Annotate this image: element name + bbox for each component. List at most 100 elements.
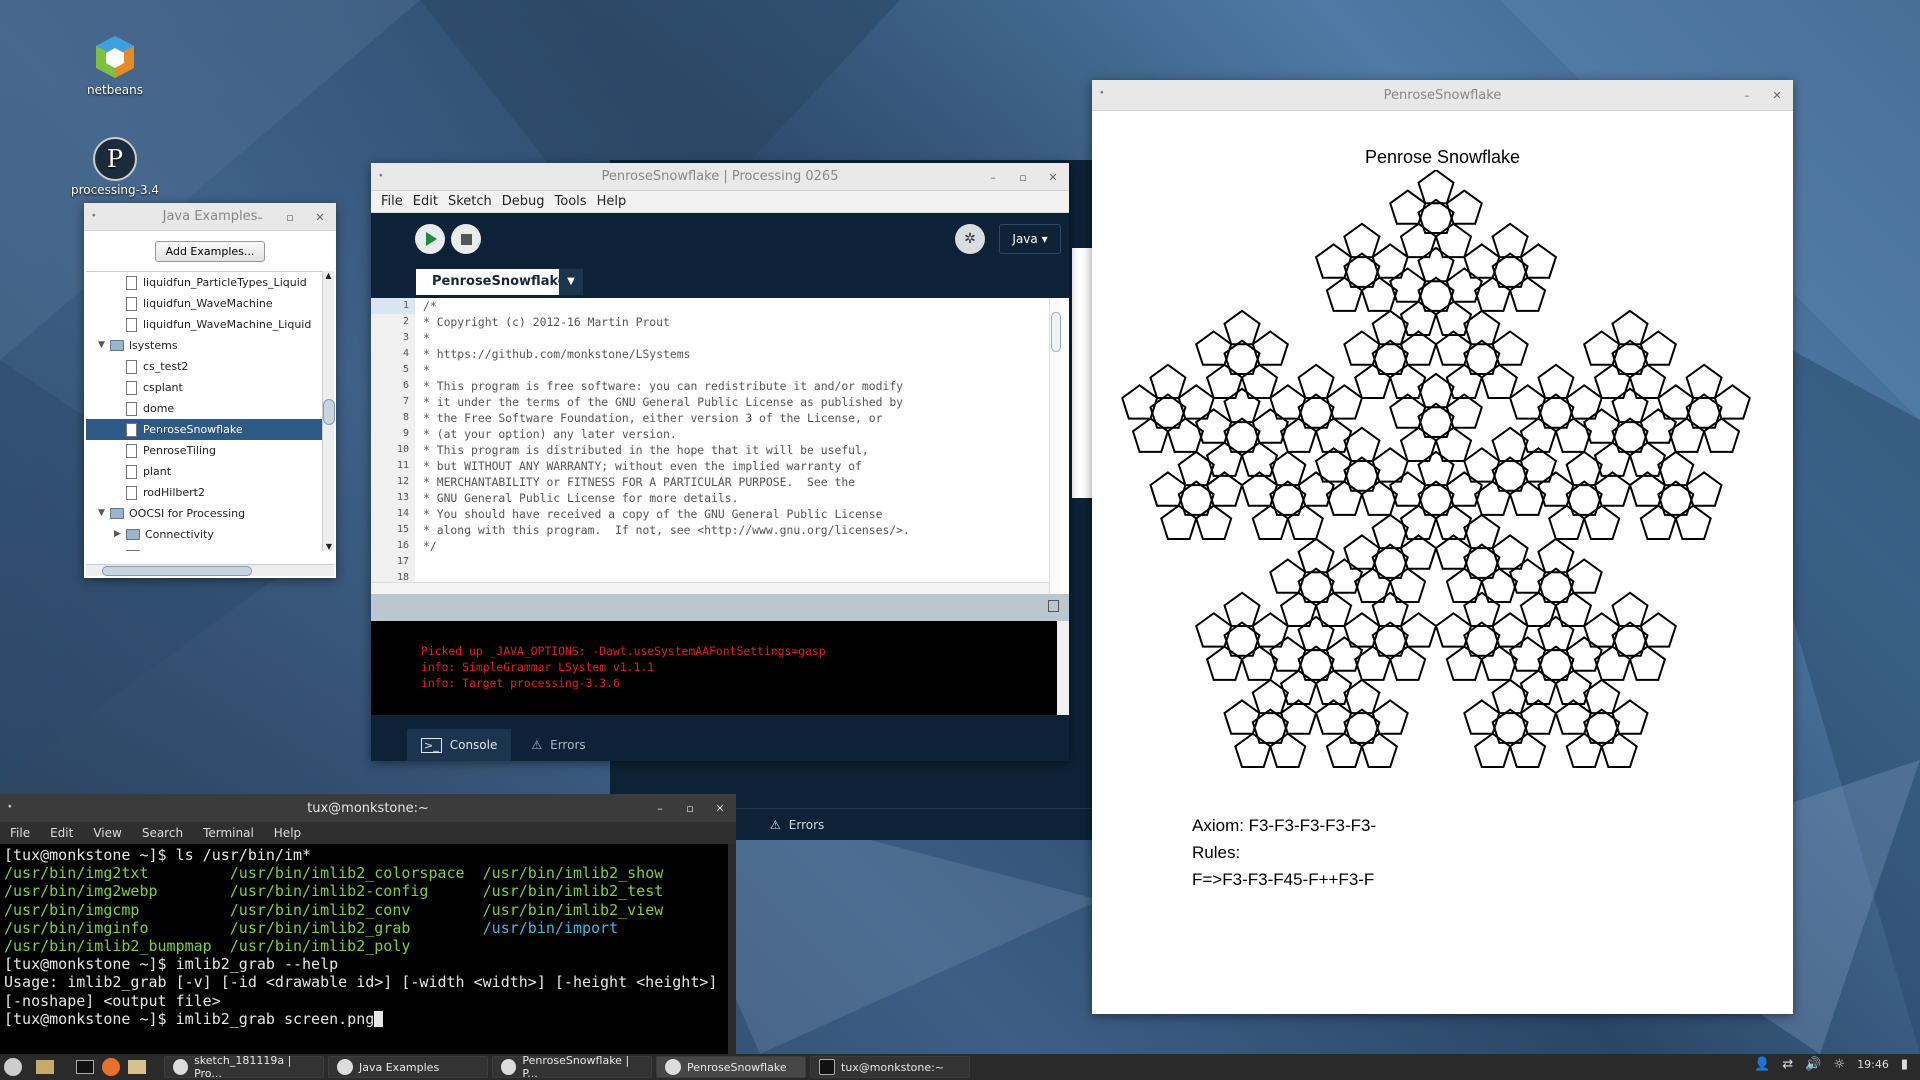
- menu-help[interactable]: Help: [597, 194, 627, 209]
- terminal-text: [tux@monkstone ~]$ imlib2_grab --help: [4, 955, 339, 974]
- tree-item[interactable]: dome: [86, 398, 322, 419]
- tree-item[interactable]: ▼ OOCSI for Processing: [86, 503, 322, 524]
- hscroll-thumb[interactable]: [102, 566, 252, 576]
- network-icon[interactable]: ⇄: [1782, 1057, 1793, 1072]
- menu-debug[interactable]: Debug: [502, 194, 545, 209]
- maximize-button[interactable]: ▫: [280, 211, 300, 224]
- errors-tab[interactable]: ⚠ Errors: [531, 738, 585, 752]
- volume-icon[interactable]: 🔊: [1805, 1057, 1821, 1072]
- user-icon[interactable]: 👤: [1754, 1057, 1770, 1072]
- close-button[interactable]: ✕: [1043, 171, 1063, 184]
- scroll-down-arrow[interactable]: ▼: [323, 542, 335, 551]
- close-button[interactable]: ✕: [1767, 89, 1787, 102]
- tree-item[interactable]: ▶ Data: [86, 545, 322, 551]
- tree-item[interactable]: cs_test2: [86, 356, 322, 377]
- run-button[interactable]: [415, 224, 445, 254]
- tree-item[interactable]: liquidfun_WaveMachine: [86, 293, 322, 314]
- start-menu-icon[interactable]: [4, 1058, 22, 1076]
- taskbar-task-label: PenroseSnowflake: [687, 1060, 787, 1074]
- tree-item[interactable]: ▶ Connectivity: [86, 524, 322, 545]
- scroll-up-arrow[interactable]: ▲: [323, 271, 334, 280]
- scroll-thumb[interactable]: [323, 399, 335, 425]
- close-button[interactable]: ✕: [310, 211, 330, 224]
- menu-file[interactable]: File: [381, 194, 403, 209]
- taskbar-task[interactable]: sketch_181119a | Pro...: [164, 1054, 324, 1080]
- netbeans-desktop-icon[interactable]: netbeans: [70, 34, 160, 97]
- menu-search[interactable]: Search: [142, 826, 183, 840]
- window-menu-icon[interactable]: ⬩: [379, 170, 383, 181]
- tree-item[interactable]: plant: [86, 461, 322, 482]
- terminal-text: /usr/bin/imlib2_conv: [229, 900, 483, 919]
- pentagon: [1399, 612, 1438, 648]
- clock[interactable]: 19:46: [1857, 1058, 1889, 1071]
- file-manager-icon[interactable]: [36, 1060, 54, 1074]
- tree-item[interactable]: rodHilbert2: [86, 482, 322, 503]
- window-menu-icon[interactable]: ⬩: [92, 210, 96, 221]
- folder-icon[interactable]: [128, 1060, 146, 1074]
- editor-hscrollbar[interactable]: [371, 582, 1049, 594]
- taskbar-task[interactable]: PenroseSnowflake: [656, 1056, 806, 1078]
- maximize-button[interactable]: ▫: [1013, 171, 1033, 184]
- tree-item[interactable]: PenroseSnowflake: [86, 419, 322, 440]
- code-text[interactable]: /* * Copyright (c) 2012-16 Martin Prout * *…: [423, 298, 1049, 594]
- tree-item[interactable]: liquidfun_ParticleTypes_Liquid: [86, 272, 322, 293]
- console-tab[interactable]: >_ Console: [407, 729, 512, 761]
- window-menu-icon[interactable]: ⬩: [1100, 87, 1104, 98]
- menu-edit[interactable]: Edit: [413, 194, 438, 209]
- collapsed-arrow-icon[interactable]: ▶: [114, 545, 126, 551]
- expand-icon[interactable]: [1048, 600, 1059, 612]
- minimize-button[interactable]: –: [250, 211, 270, 224]
- stop-button[interactable]: [451, 224, 481, 254]
- tree-item[interactable]: csplant: [86, 377, 322, 398]
- code-editor[interactable]: 12345678910111213141516171819 /** Copyri…: [371, 298, 1069, 594]
- pentagon: [1445, 645, 1483, 681]
- menu-edit[interactable]: Edit: [50, 826, 73, 840]
- window-menu-icon[interactable]: ⬩: [8, 801, 12, 812]
- minimize-button[interactable]: –: [650, 802, 670, 815]
- menu-view[interactable]: View: [93, 826, 121, 840]
- menu-help[interactable]: Help: [274, 826, 301, 840]
- tab-menu-button[interactable]: ▼: [559, 269, 583, 295]
- firefox-icon[interactable]: [102, 1058, 120, 1076]
- mode-selector[interactable]: Java ▾: [999, 224, 1061, 254]
- menu-file[interactable]: File: [10, 826, 30, 840]
- editor-vscrollbar[interactable]: [1049, 298, 1061, 594]
- tree-item[interactable]: PenroseTiling: [86, 440, 322, 461]
- terminal-output[interactable]: [tux@monkstone ~]$ ls /usr/bin/im*/usr/b…: [0, 844, 736, 1030]
- notification-icon[interactable]: ▮: [1901, 1057, 1908, 1072]
- expanded-arrow-icon[interactable]: ▼: [98, 335, 110, 356]
- collapsed-arrow-icon[interactable]: ▶: [114, 524, 126, 545]
- line-number: 16: [396, 540, 409, 551]
- add-examples-button[interactable]: Add Examples...: [154, 241, 266, 262]
- tree-hscrollbar[interactable]: [86, 564, 334, 576]
- expanded-arrow-icon[interactable]: ▼: [98, 503, 110, 524]
- terminal-scrollbar[interactable]: [728, 844, 736, 1056]
- taskbar-task[interactable]: Java Examples: [328, 1056, 488, 1078]
- pentagon: [1565, 558, 1603, 594]
- processing-desktop-icon[interactable]: P processing-3.4: [70, 137, 160, 197]
- debug-button[interactable]: ✲: [955, 224, 985, 254]
- tree-item[interactable]: liquidfun_WaveMachine_Liquid: [86, 314, 322, 335]
- splitter-bar[interactable]: [371, 594, 1069, 621]
- menu-tools[interactable]: Tools: [555, 194, 587, 209]
- minimize-button[interactable]: –: [983, 171, 1003, 184]
- pentagon: [1223, 309, 1261, 346]
- taskbar-task[interactable]: PenroseSnowflake | P...: [492, 1054, 652, 1080]
- close-button[interactable]: ✕: [710, 802, 730, 815]
- bg-errors-tab[interactable]: Errors: [789, 818, 825, 832]
- menu-terminal[interactable]: Terminal: [203, 826, 254, 840]
- console-vscrollbar[interactable]: [1057, 621, 1069, 715]
- taskbar-task[interactable]: tux@monkstone:~: [810, 1056, 970, 1078]
- tree-vscrollbar[interactable]: ▲ ▼: [322, 271, 335, 551]
- menu-sketch[interactable]: Sketch: [448, 194, 492, 209]
- line-number: 12: [396, 476, 409, 487]
- maximize-button[interactable]: ▫: [680, 802, 700, 815]
- pentagon: [1583, 612, 1621, 648]
- brightness-icon[interactable]: ☼: [1833, 1057, 1845, 1072]
- scroll-thumb[interactable]: [1051, 312, 1061, 352]
- minimize-button[interactable]: –: [1737, 89, 1757, 102]
- tab-penrosesnowflake[interactable]: PenroseSnowflake: [416, 269, 583, 295]
- pentagon: [1240, 471, 1279, 507]
- tree-item[interactable]: ▼ lsystems: [86, 335, 322, 356]
- terminal-launcher-icon[interactable]: [76, 1060, 94, 1074]
